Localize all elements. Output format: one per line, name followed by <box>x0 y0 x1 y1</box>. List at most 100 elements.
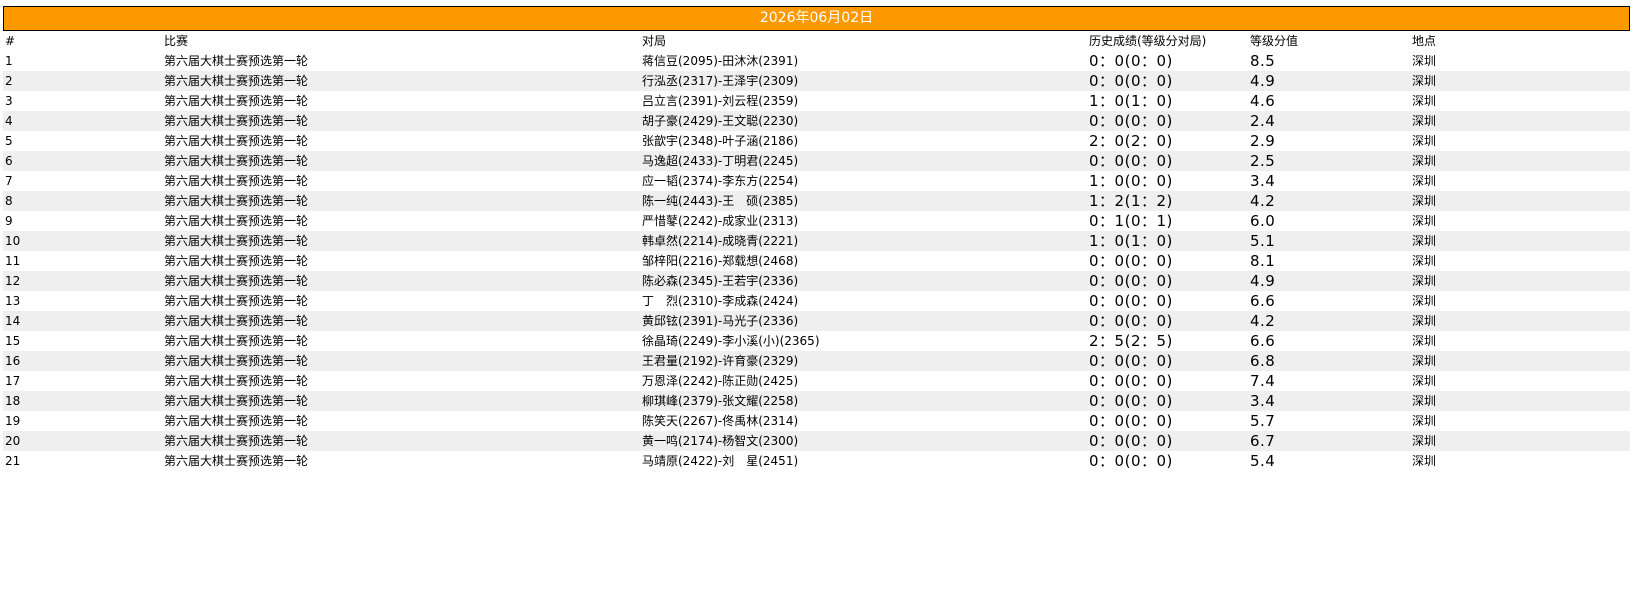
place-link[interactable]: 深圳 <box>1412 374 1436 388</box>
row-match-cell: 第六届大棋士赛预选第一轮 <box>162 211 640 231</box>
table-row: 16 第六届大棋士赛预选第一轮 王君量(2192)-许育豪(2329) 0：0(0：0… <box>3 351 1630 371</box>
place-link[interactable]: 深圳 <box>1412 94 1436 108</box>
row-place-cell: 深圳 <box>1410 331 1630 351</box>
row-match-cell: 第六届大棋士赛预选第一轮 <box>162 291 640 311</box>
header-match: 比赛 <box>162 31 640 51</box>
row-game-cell: 胡子豪(2429)-王文聪(2230) <box>640 111 1087 131</box>
header-place: 地点 <box>1410 31 1630 51</box>
row-history-cell: 0：0(0：0) <box>1087 51 1248 71</box>
row-game-cell: 陈必森(2345)-王若宇(2336) <box>640 271 1087 291</box>
place-link[interactable]: 深圳 <box>1412 354 1436 368</box>
row-no-cell: 2 <box>3 71 162 91</box>
row-game-cell: 徐晶琦(2249)-李小溪(小)(2365) <box>640 331 1087 351</box>
table-row: 9 第六届大棋士赛预选第一轮 严惜鼕(2242)-成家业(2313) 0：1(0：1)… <box>3 211 1630 231</box>
table-header: # 比赛 对局 历史成绩(等级分对局) 等级分值 地点 <box>3 31 1630 51</box>
row-place-cell: 深圳 <box>1410 91 1630 111</box>
row-match-cell: 第六届大棋士赛预选第一轮 <box>162 271 640 291</box>
row-no-cell: 8 <box>3 191 162 211</box>
table-row: 14 第六届大棋士赛预选第一轮 黄邱铉(2391)-马光子(2336) 0：0(0：0… <box>3 311 1630 331</box>
row-place-cell: 深圳 <box>1410 111 1630 131</box>
row-history-cell: 0：0(0：0) <box>1087 311 1248 331</box>
place-link[interactable]: 深圳 <box>1412 274 1436 288</box>
row-place-cell: 深圳 <box>1410 311 1630 331</box>
place-link[interactable]: 深圳 <box>1412 214 1436 228</box>
place-link[interactable]: 深圳 <box>1412 234 1436 248</box>
place-link[interactable]: 深圳 <box>1412 174 1436 188</box>
row-place-cell: 深圳 <box>1410 51 1630 71</box>
place-link[interactable]: 深圳 <box>1412 294 1436 308</box>
row-grade-cell: 4.2 <box>1248 191 1410 211</box>
header-row: # 比赛 对局 历史成绩(等级分对局) 等级分值 地点 <box>3 31 1630 51</box>
table-row: 7 第六届大棋士赛预选第一轮 应一韬(2374)-李东方(2254) 1：0(0：0)… <box>3 171 1630 191</box>
row-grade-cell: 7.4 <box>1248 371 1410 391</box>
place-link[interactable]: 深圳 <box>1412 134 1436 148</box>
place-link[interactable]: 深圳 <box>1412 114 1436 128</box>
row-grade-cell: 6.7 <box>1248 431 1410 451</box>
table-row: 17 第六届大棋士赛预选第一轮 万恩泽(2242)-陈正勋(2425) 0：0(0：0… <box>3 371 1630 391</box>
row-grade-cell: 5.7 <box>1248 411 1410 431</box>
header-no: # <box>3 31 162 51</box>
row-grade-cell: 8.5 <box>1248 51 1410 71</box>
schedule-table: # 比赛 对局 历史成绩(等级分对局) 等级分值 地点 1 第六届大棋士赛预选第一… <box>3 31 1630 471</box>
row-no-cell: 5 <box>3 131 162 151</box>
row-place-cell: 深圳 <box>1410 71 1630 91</box>
row-place-cell: 深圳 <box>1410 131 1630 151</box>
row-no-cell: 20 <box>3 431 162 451</box>
row-grade-cell: 8.1 <box>1248 251 1410 271</box>
row-place-cell: 深圳 <box>1410 251 1630 271</box>
row-history-cell: 2：5(2：5) <box>1087 331 1248 351</box>
row-game-cell: 万恩泽(2242)-陈正勋(2425) <box>640 371 1087 391</box>
table-row: 12 第六届大棋士赛预选第一轮 陈必森(2345)-王若宇(2336) 0：0(0：0… <box>3 271 1630 291</box>
place-link[interactable]: 深圳 <box>1412 434 1436 448</box>
row-match-cell: 第六届大棋士赛预选第一轮 <box>162 131 640 151</box>
row-place-cell: 深圳 <box>1410 151 1630 171</box>
table-row: 3 第六届大棋士赛预选第一轮 吕立言(2391)-刘云程(2359) 1：0(1：0)… <box>3 91 1630 111</box>
row-grade-cell: 6.6 <box>1248 331 1410 351</box>
row-match-cell: 第六届大棋士赛预选第一轮 <box>162 71 640 91</box>
row-history-cell: 1：2(1：2) <box>1087 191 1248 211</box>
row-game-cell: 应一韬(2374)-李东方(2254) <box>640 171 1087 191</box>
row-no-cell: 15 <box>3 331 162 351</box>
row-no-cell: 6 <box>3 151 162 171</box>
place-link[interactable]: 深圳 <box>1412 154 1436 168</box>
table-row: 8 第六届大棋士赛预选第一轮 陈一纯(2443)-王 硕(2385) 1：2(1：2)… <box>3 191 1630 211</box>
row-match-cell: 第六届大棋士赛预选第一轮 <box>162 171 640 191</box>
row-game-cell: 柳琪峰(2379)-张文耀(2258) <box>640 391 1087 411</box>
row-grade-cell: 3.4 <box>1248 391 1410 411</box>
table-row: 20 第六届大棋士赛预选第一轮 黄一鸣(2174)-杨智文(2300) 0：0(0：0… <box>3 431 1630 451</box>
table-row: 15 第六届大棋士赛预选第一轮 徐晶琦(2249)-李小溪(小)(2365) 2：5(… <box>3 331 1630 351</box>
place-link[interactable]: 深圳 <box>1412 254 1436 268</box>
row-no-cell: 3 <box>3 91 162 111</box>
place-link[interactable]: 深圳 <box>1412 314 1436 328</box>
place-link[interactable]: 深圳 <box>1412 334 1436 348</box>
row-match-cell: 第六届大棋士赛预选第一轮 <box>162 151 640 171</box>
table-row: 6 第六届大棋士赛预选第一轮 马逸超(2433)-丁明君(2245) 0：0(0：0)… <box>3 151 1630 171</box>
row-no-cell: 12 <box>3 271 162 291</box>
row-place-cell: 深圳 <box>1410 451 1630 471</box>
row-game-cell: 严惜鼕(2242)-成家业(2313) <box>640 211 1087 231</box>
row-no-cell: 4 <box>3 111 162 131</box>
row-game-cell: 韩卓然(2214)-成晓青(2221) <box>640 231 1087 251</box>
place-link[interactable]: 深圳 <box>1412 454 1436 468</box>
row-grade-cell: 6.6 <box>1248 291 1410 311</box>
place-link[interactable]: 深圳 <box>1412 194 1436 208</box>
place-link[interactable]: 深圳 <box>1412 414 1436 428</box>
place-link[interactable]: 深圳 <box>1412 74 1436 88</box>
date-banner: 2026年06月02日 <box>3 6 1630 31</box>
row-grade-cell: 6.8 <box>1248 351 1410 371</box>
row-place-cell: 深圳 <box>1410 371 1630 391</box>
row-no-cell: 1 <box>3 51 162 71</box>
row-history-cell: 0：0(0：0) <box>1087 291 1248 311</box>
table-row: 2 第六届大棋士赛预选第一轮 行泓丞(2317)-王泽宇(2309) 0：0(0：0)… <box>3 71 1630 91</box>
row-grade-cell: 4.6 <box>1248 91 1410 111</box>
place-link[interactable]: 深圳 <box>1412 54 1436 68</box>
row-match-cell: 第六届大棋士赛预选第一轮 <box>162 451 640 471</box>
row-match-cell: 第六届大棋士赛预选第一轮 <box>162 331 640 351</box>
place-link[interactable]: 深圳 <box>1412 394 1436 408</box>
row-no-cell: 18 <box>3 391 162 411</box>
row-history-cell: 0：0(0：0) <box>1087 431 1248 451</box>
row-history-cell: 0：0(0：0) <box>1087 71 1248 91</box>
row-game-cell: 王君量(2192)-许育豪(2329) <box>640 351 1087 371</box>
row-game-cell: 陈笑天(2267)-佟禹林(2314) <box>640 411 1087 431</box>
row-no-cell: 7 <box>3 171 162 191</box>
